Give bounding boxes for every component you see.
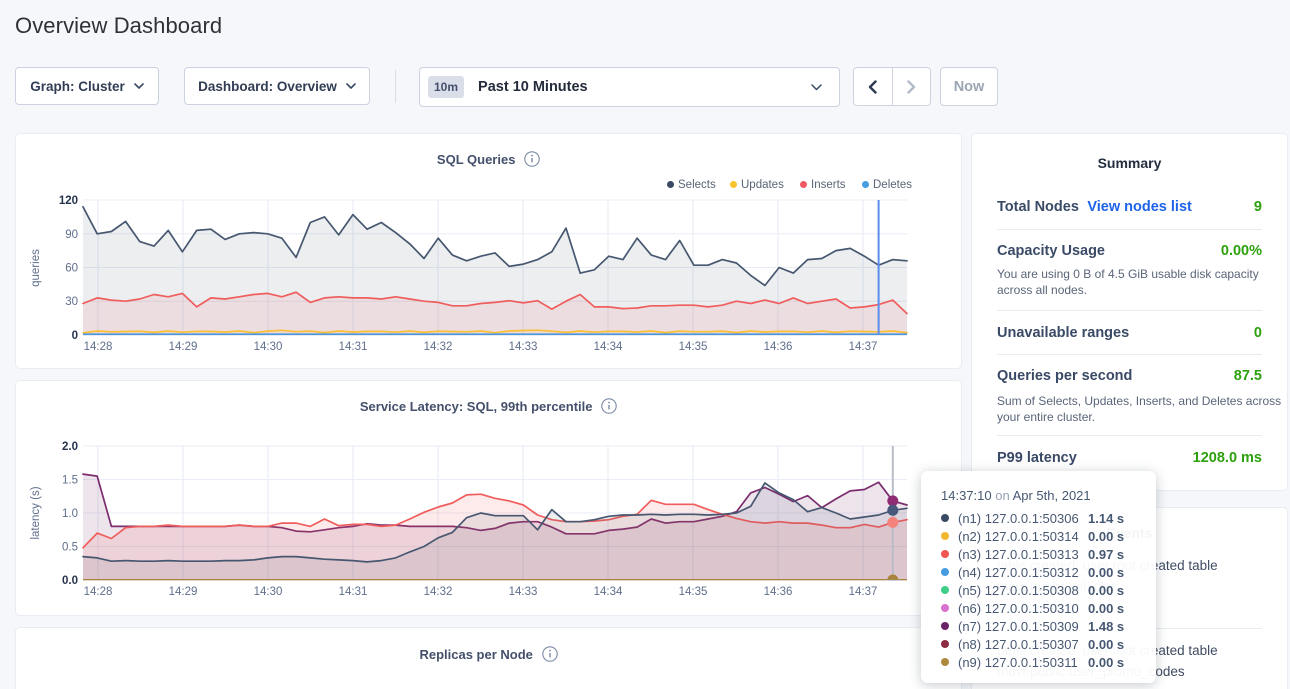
svg-text:120: 120 — [59, 195, 78, 207]
svg-text:60: 60 — [65, 263, 78, 275]
svg-text:latency (s): latency (s) — [30, 486, 42, 539]
svg-text:14:31: 14:31 — [339, 341, 368, 353]
svg-text:14:35: 14:35 — [679, 341, 708, 353]
svg-text:14:37: 14:37 — [849, 586, 878, 598]
svg-text:14:33: 14:33 — [509, 341, 538, 353]
svg-text:14:32: 14:32 — [424, 586, 453, 598]
svg-text:0.5: 0.5 — [62, 542, 78, 554]
svg-text:14:29: 14:29 — [169, 341, 198, 353]
svg-text:2.0: 2.0 — [62, 441, 78, 453]
svg-text:30: 30 — [65, 296, 78, 308]
svg-text:0: 0 — [72, 330, 78, 342]
svg-text:14:28: 14:28 — [84, 586, 113, 598]
svg-text:14:36: 14:36 — [764, 341, 793, 353]
svg-text:14:31: 14:31 — [339, 586, 368, 598]
svg-text:14:30: 14:30 — [254, 341, 283, 353]
svg-text:14:33: 14:33 — [509, 586, 538, 598]
svg-text:14:32: 14:32 — [424, 341, 453, 353]
svg-text:1.5: 1.5 — [62, 475, 78, 487]
svg-text:0.0: 0.0 — [62, 575, 78, 587]
svg-text:14:37: 14:37 — [849, 341, 878, 353]
svg-text:14:30: 14:30 — [254, 586, 283, 598]
svg-text:14:29: 14:29 — [169, 586, 198, 598]
svg-text:14:36: 14:36 — [764, 586, 793, 598]
svg-text:90: 90 — [65, 229, 78, 241]
svg-text:queries: queries — [30, 249, 42, 287]
svg-text:14:28: 14:28 — [84, 341, 113, 353]
svg-text:14:34: 14:34 — [594, 341, 623, 353]
svg-text:14:35: 14:35 — [679, 586, 708, 598]
svg-text:1.0: 1.0 — [62, 508, 78, 520]
svg-text:14:34: 14:34 — [594, 586, 623, 598]
